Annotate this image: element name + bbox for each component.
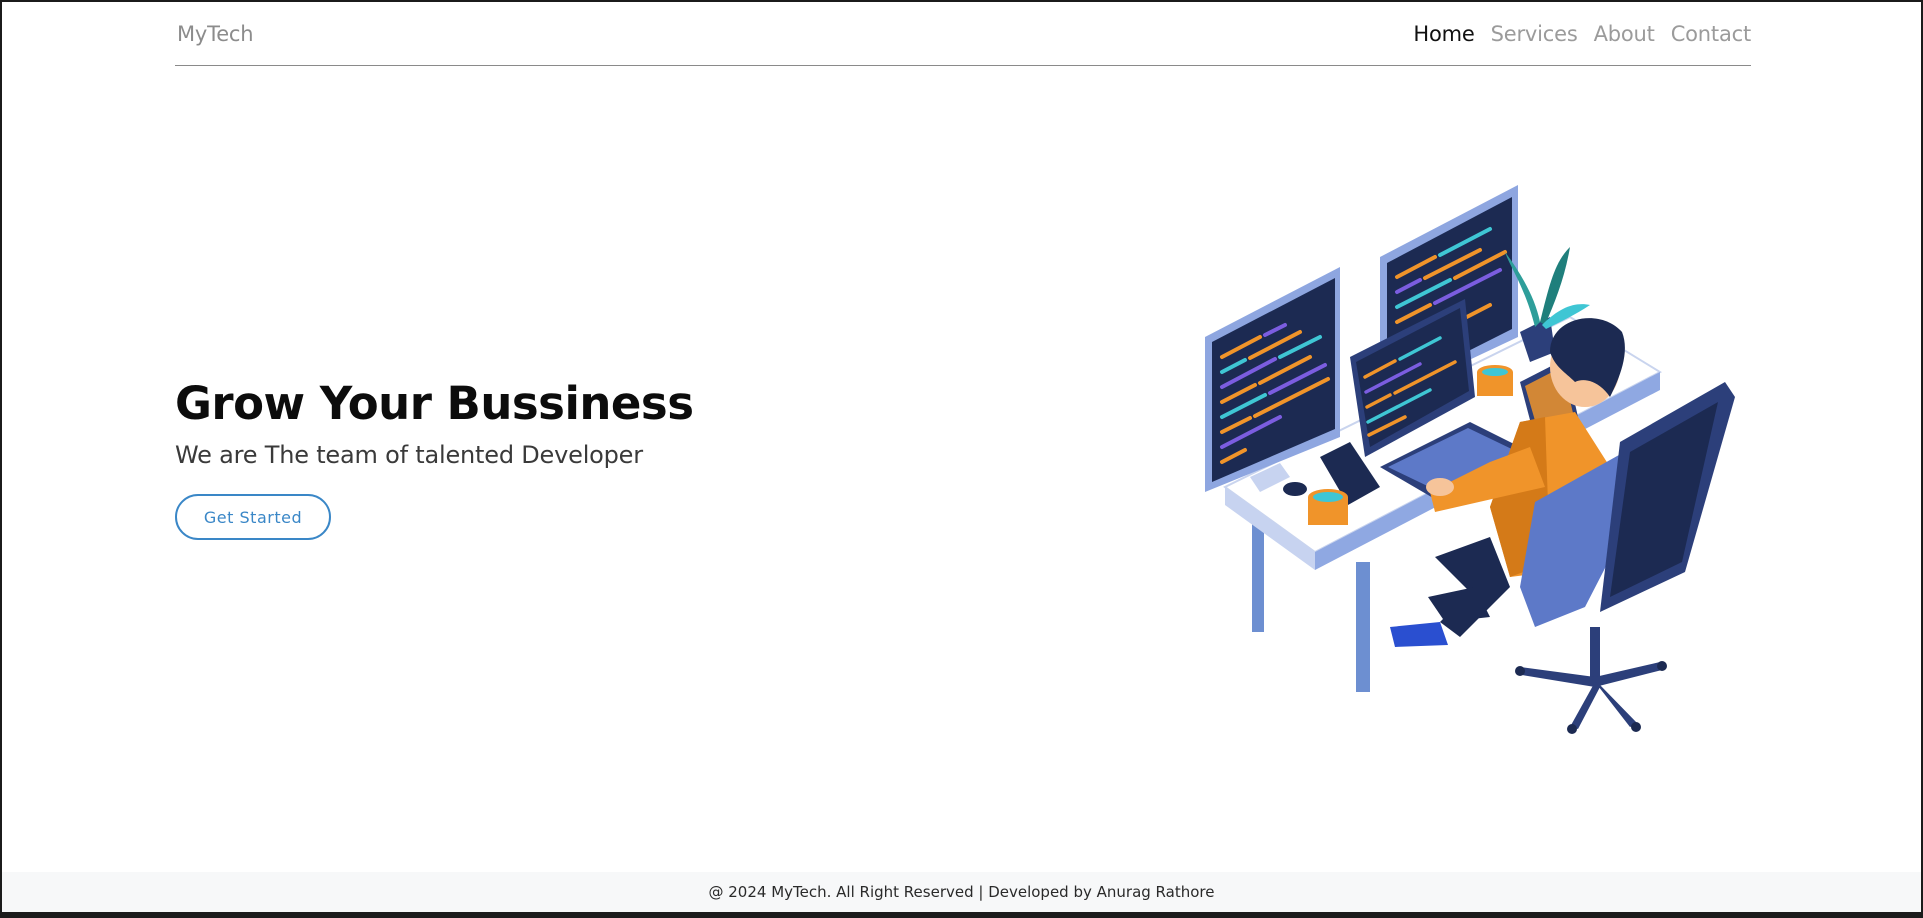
get-started-button[interactable]: Get Started [175, 494, 331, 540]
footer-copyright: @ 2024 MyTech. All Right Reserved | Deve… [708, 883, 1215, 901]
nav-link-services[interactable]: Services [1491, 22, 1578, 46]
nav-links: Home Services About Contact [1413, 22, 1751, 46]
nav-link-about[interactable]: About [1594, 22, 1655, 46]
brand-logo[interactable]: MyTech [177, 22, 254, 46]
footer: @ 2024 MyTech. All Right Reserved | Deve… [2, 872, 1921, 912]
hero-subtitle: We are The team of talented Developer [175, 441, 643, 469]
page: MyTech Home Services About Contact Grow … [2, 2, 1921, 912]
hero-title: Grow Your Bussiness [175, 377, 694, 430]
nav-link-home[interactable]: Home [1413, 22, 1474, 46]
developer-at-desk-illustration [1205, 185, 1735, 734]
nav-link-contact[interactable]: Contact [1671, 22, 1752, 46]
navbar: MyTech Home Services About Contact [175, 2, 1751, 66]
